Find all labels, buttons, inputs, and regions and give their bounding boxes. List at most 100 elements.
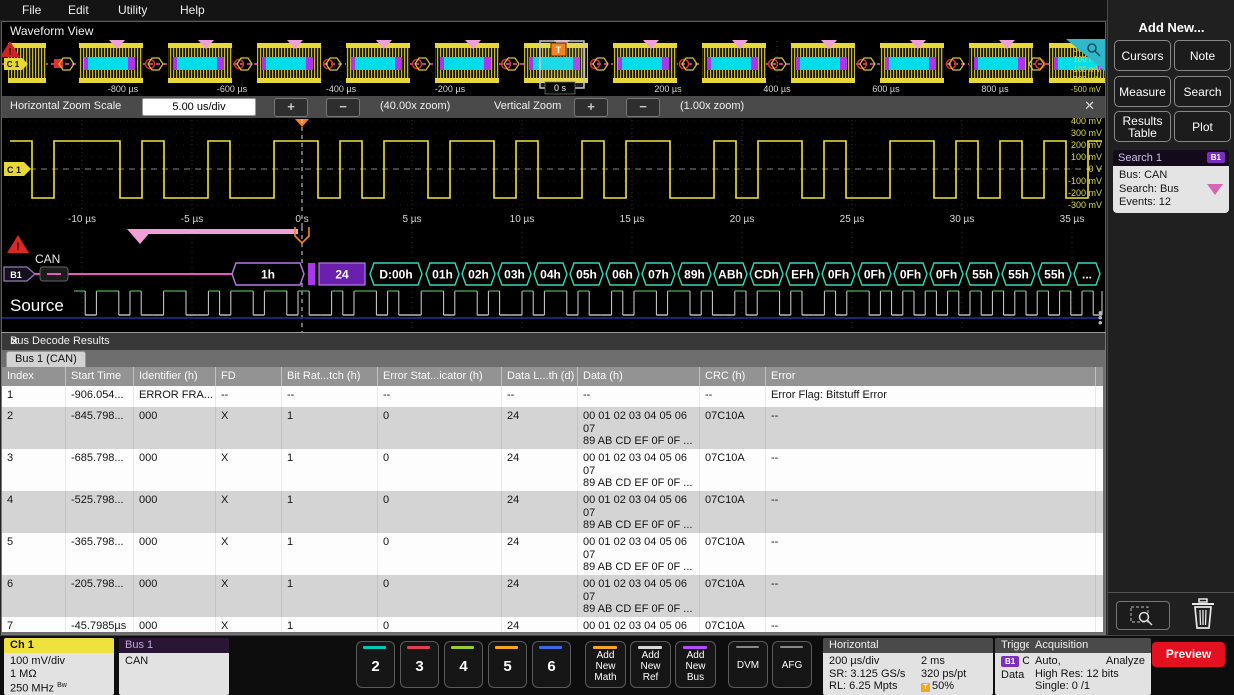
results-close-icon[interactable]: ✕ <box>10 335 1093 348</box>
table-cell: 4 <box>2 491 66 533</box>
acquisition-badge[interactable]: Acquisition Auto,Analyze High Res: 12 bi… <box>1029 638 1151 695</box>
table-cell: 6 <box>2 575 66 617</box>
table-cell: 07C10A <box>700 449 766 491</box>
add-new-math-button[interactable]: Add New Math <box>585 641 626 688</box>
table-cell: Error Flag: Bitstuff Error <box>766 386 1096 407</box>
h-zoom-minus-button[interactable]: − <box>326 98 360 117</box>
channel-6-button[interactable]: 6 <box>532 641 571 688</box>
svg-text:100 mV: 100 mV <box>1071 152 1102 162</box>
table-cell: 0 <box>378 491 502 533</box>
cursors-button[interactable]: Cursors <box>1114 40 1171 71</box>
table-row[interactable]: 6-205.798...000X102400 01 02 03 04 05 06… <box>2 575 1103 617</box>
column-header[interactable]: CRC (h) <box>700 367 766 386</box>
measure-button[interactable]: Measure <box>1114 76 1171 107</box>
h-zoom-scale-input[interactable]: 5.00 us/div <box>142 98 256 116</box>
waveform-view-panel: Waveform View T-800 µs-600 µs-400 µs-200… <box>1 21 1106 333</box>
menu-help[interactable]: Help <box>180 3 205 17</box>
svg-text:0Fh: 0Fh <box>936 268 957 282</box>
menu-edit[interactable]: Edit <box>68 3 89 17</box>
overview-waveform[interactable]: T-800 µs-600 µs-400 µs-200 µs200 µs400 µ… <box>2 39 1105 96</box>
zoom-close-icon[interactable]: ✕ <box>1084 98 1095 114</box>
column-header[interactable]: Error Stat...icator (h) <box>378 367 502 386</box>
column-header[interactable]: Data (h) <box>578 367 700 386</box>
h-zoom-scale-label: Horizontal Zoom Scale <box>10 100 121 112</box>
table-cell: 0 <box>378 407 502 449</box>
add-new-bus-button[interactable]: Add New Bus <box>675 641 716 688</box>
h-zoom-plus-button[interactable]: + <box>274 98 308 117</box>
table-row[interactable]: 4-525.798...000X102400 01 02 03 04 05 06… <box>2 491 1103 533</box>
table-row[interactable]: 7-45.7985µs000X102400 01 02 03 04 05 06 … <box>2 617 1103 632</box>
v-zoom-label: Vertical Zoom <box>494 100 561 112</box>
table-cell: 07C10A <box>700 533 766 575</box>
column-header[interactable]: Identifier (h) <box>134 367 216 386</box>
column-header[interactable]: FD <box>216 367 282 386</box>
bus-decode-waveform[interactable]: !CANB11h24D:00h01h02h03h04h05h06h07h89hA… <box>2 227 1105 332</box>
table-cell: -- <box>378 386 502 407</box>
svg-text:89h: 89h <box>684 268 705 282</box>
svg-text:Source: Source <box>10 296 64 315</box>
zoom-select-button[interactable] <box>1116 601 1170 630</box>
afg-button[interactable]: AFG <box>772 641 812 688</box>
table-cell: 00 01 02 03 04 05 06 07 89 AB CD EF 0F 0… <box>578 533 700 575</box>
table-row[interactable]: 2-845.798...000X102400 01 02 03 04 05 06… <box>2 407 1103 449</box>
acquisition-title: Acquisition <box>1029 638 1151 653</box>
sidebar: Add New... Cursors Note Measure Search R… <box>1107 0 1234 635</box>
channel-2-button[interactable]: 2 <box>356 641 395 688</box>
table-cell: -- <box>766 617 1096 632</box>
search-1-title: Search 1 <box>1118 152 1162 164</box>
table-cell: -- <box>578 386 700 407</box>
svg-text:400 µs: 400 µs <box>763 84 791 94</box>
table-cell: 0 <box>378 617 502 632</box>
menu-utility[interactable]: Utility <box>118 3 147 17</box>
search-1-body: Bus: CAN Search: Bus Events: 12 <box>1113 166 1229 213</box>
column-header[interactable]: Start Time <box>66 367 134 386</box>
results-table-button[interactable]: Results Table <box>1114 111 1171 142</box>
table-cell: 07C10A <box>700 407 766 449</box>
note-button[interactable]: Note <box>1174 40 1231 71</box>
v-zoom-plus-button[interactable]: + <box>574 98 608 117</box>
table-row[interactable]: 1-906.054...ERROR FRA...------------Erro… <box>2 386 1103 407</box>
table-cell: 2 <box>2 407 66 449</box>
table-cell: X <box>216 617 282 632</box>
v-zoom-minus-button[interactable]: − <box>626 98 660 117</box>
delete-trash-icon[interactable] <box>1188 598 1218 635</box>
h-zoom-factor: (40.00x zoom) <box>380 100 450 112</box>
search-button[interactable]: Search <box>1174 76 1231 107</box>
table-cell: -906.054... <box>66 386 134 407</box>
bus-1-badge[interactable]: Bus 1 CAN <box>119 638 229 695</box>
results-table-body[interactable]: 1-906.054...ERROR FRA...------------Erro… <box>2 386 1103 632</box>
search-1-badge[interactable]: Search 1 B1 Bus: CAN Search: Bus Events:… <box>1113 150 1229 213</box>
ch1-bandwidth: 250 MHz Bw <box>10 680 108 695</box>
table-row[interactable]: 5-365.798...000X102400 01 02 03 04 05 06… <box>2 533 1103 575</box>
horizontal-badge[interactable]: Horizontal 200 µs/div SR: 3.125 GS/s RL:… <box>823 638 993 695</box>
plot-button[interactable]: Plot <box>1174 111 1231 142</box>
svg-text:1h: 1h <box>261 268 275 282</box>
zoom-select-icon <box>1117 602 1169 629</box>
bus-decode-results-panel: Bus Decode Results ✕ Bus 1 (CAN) IndexSt… <box>1 332 1106 635</box>
trigger-position-icon: T <box>921 683 930 692</box>
svg-text:!: ! <box>16 241 20 253</box>
column-header[interactable]: Error <box>766 367 1096 386</box>
svg-text:25 µs: 25 µs <box>840 214 865 225</box>
add-new-ref-button[interactable]: Add New Ref <box>630 641 671 688</box>
channel-1-name: Ch 1 <box>4 638 114 653</box>
table-cell: -- <box>766 575 1096 617</box>
channel-5-button[interactable]: 5 <box>488 641 527 688</box>
dvm-button[interactable]: DVM <box>728 641 768 688</box>
column-header[interactable]: Data L...th (d) <box>502 367 578 386</box>
channel-1-badge[interactable]: Ch 1 100 mV/div 1 MΩ 250 MHz Bw <box>4 638 114 695</box>
menu-file[interactable]: File <box>22 3 41 17</box>
table-cell: -525.798... <box>66 491 134 533</box>
search-source-chip: B1 <box>1207 152 1225 163</box>
preview-button[interactable]: Preview <box>1152 642 1225 667</box>
svg-text:0Fh: 0Fh <box>864 268 885 282</box>
table-cell: 1 <box>2 386 66 407</box>
zoomed-waveform[interactable]: -10 µs-5 µs0 s5 µs10 µs15 µs20 µs25 µs30… <box>2 118 1105 227</box>
table-cell: -- <box>766 491 1096 533</box>
channel-4-button[interactable]: 4 <box>444 641 483 688</box>
channel-3-button[interactable]: 3 <box>400 641 439 688</box>
table-row[interactable]: 3-685.798...000X102400 01 02 03 04 05 06… <box>2 449 1103 491</box>
column-header[interactable]: Index <box>2 367 66 386</box>
panel-splitter-handle[interactable]: ••• <box>1098 310 1103 325</box>
column-header[interactable]: Bit Rat...tch (h) <box>282 367 378 386</box>
